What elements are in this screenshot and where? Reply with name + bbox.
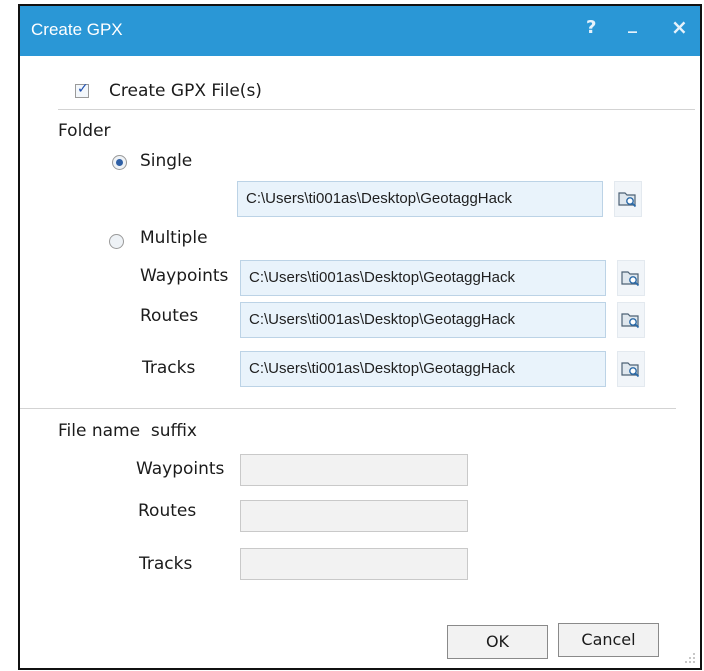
checkmark-icon: ✓ <box>77 81 89 97</box>
single-radio[interactable] <box>112 155 127 170</box>
tracks-browse-button[interactable] <box>617 351 645 387</box>
waypoints-folder-label: Waypoints <box>140 266 229 286</box>
create-gpx-checkbox[interactable]: ✓ <box>75 81 89 98</box>
single-folder-input[interactable]: C:\Users\ti001as\Desktop\GeotaggHack <box>237 181 603 217</box>
resize-grip-icon[interactable] <box>684 652 696 664</box>
folder-browse-icon <box>621 313 640 329</box>
routes-browse-button[interactable] <box>617 302 645 338</box>
create-gpx-label: Create GPX File(s) <box>109 81 262 101</box>
title-bar: Create GPX ? _ × <box>20 6 700 56</box>
tracks-folder-input[interactable]: C:\Users\ti001as\Desktop\GeotaggHack <box>240 351 606 387</box>
folder-section-label: Folder <box>58 121 111 141</box>
cancel-button[interactable]: Cancel <box>558 623 659 657</box>
folder-browse-icon <box>618 192 637 208</box>
suffix-section-label: File name suffix <box>58 421 197 441</box>
waypoints-browse-button[interactable] <box>617 260 645 296</box>
ok-button[interactable]: OK <box>447 625 548 659</box>
single-label: Single <box>140 151 193 171</box>
tracks-suffix-label: Tracks <box>139 554 193 574</box>
tracks-suffix-input[interactable] <box>240 548 468 580</box>
waypoints-suffix-input[interactable] <box>240 454 468 486</box>
waypoints-suffix-label: Waypoints <box>136 459 225 479</box>
close-button[interactable]: × <box>671 15 688 39</box>
minimize-button[interactable]: _ <box>628 13 637 34</box>
waypoints-folder-input[interactable]: C:\Users\ti001as\Desktop\GeotaggHack <box>240 260 606 296</box>
folder-browse-icon <box>621 362 640 378</box>
folder-browse-icon <box>621 271 640 287</box>
dialog-title: Create GPX <box>31 20 123 39</box>
divider-top <box>58 109 695 110</box>
tracks-folder-label: Tracks <box>142 358 196 378</box>
help-button[interactable]: ? <box>586 17 596 38</box>
single-browse-button[interactable] <box>614 181 642 217</box>
routes-suffix-input[interactable] <box>240 500 468 532</box>
routes-suffix-label: Routes <box>138 501 197 521</box>
routes-folder-input[interactable]: C:\Users\ti001as\Desktop\GeotaggHack <box>240 302 606 338</box>
divider-middle <box>20 408 676 409</box>
create-gpx-dialog: Create GPX ? _ × ✓ Create GPX File(s) Fo… <box>18 4 702 670</box>
routes-folder-label: Routes <box>140 306 199 326</box>
multiple-radio[interactable] <box>109 234 124 249</box>
multiple-label: Multiple <box>140 228 208 248</box>
